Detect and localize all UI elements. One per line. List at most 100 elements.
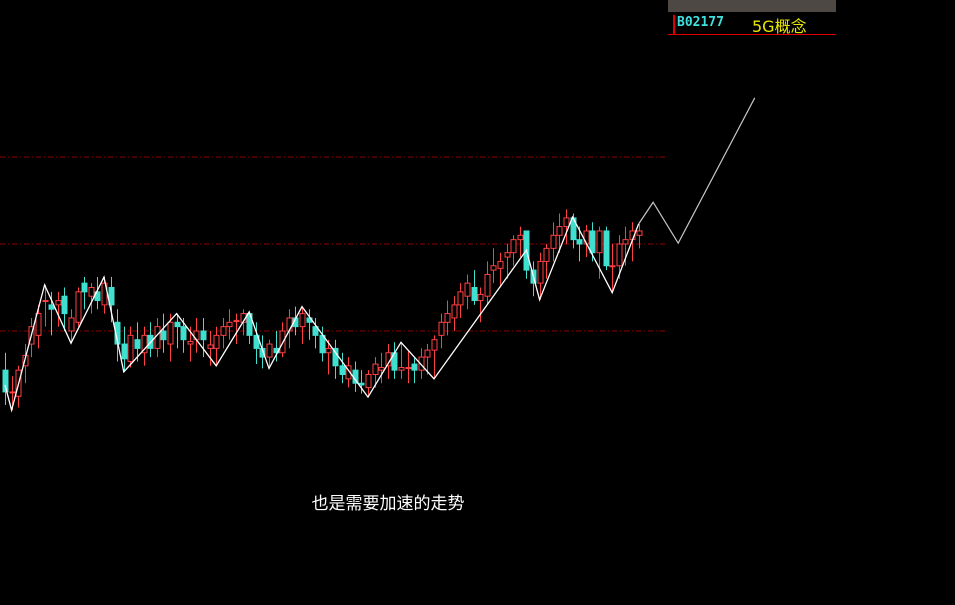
block-name: 5G概念: [752, 17, 807, 36]
candle-body: [504, 252, 511, 258]
candle-body: [233, 320, 240, 323]
candle-body: [464, 282, 471, 297]
candle-body: [556, 226, 563, 236]
candle-body: [134, 339, 141, 349]
candle-body: [266, 343, 273, 358]
candle-body: [636, 230, 643, 236]
candle-body: [220, 326, 227, 336]
candle-body: [127, 334, 134, 362]
candle: [55, 291, 62, 327]
candle: [299, 306, 306, 345]
candle-body: [398, 367, 405, 371]
candle-body: [187, 340, 194, 345]
candle-body: [457, 291, 464, 306]
candle-body: [207, 344, 214, 349]
candle-body: [226, 321, 233, 328]
candle: [391, 342, 398, 379]
candle-body: [411, 363, 418, 371]
candle-body: [160, 330, 167, 341]
candle: [35, 304, 42, 349]
zigzag-lines: [4, 97, 756, 413]
candle: [517, 226, 524, 258]
candle: [226, 309, 233, 340]
candle-body: [88, 287, 95, 297]
candle-body: [325, 347, 332, 354]
candle-body: [517, 234, 524, 241]
candle-body: [471, 287, 478, 302]
candle-body: [213, 334, 220, 349]
candle: [451, 296, 458, 331]
candle-body: [563, 217, 570, 228]
candle-body: [576, 239, 583, 245]
candle-body: [543, 247, 550, 262]
candle-body: [484, 273, 491, 297]
candle-body: [358, 382, 365, 386]
candle: [385, 344, 392, 379]
candle-body: [589, 230, 596, 254]
candle-body: [490, 265, 497, 271]
candle: [609, 244, 616, 293]
candle: [127, 326, 134, 368]
candle-body: [510, 239, 517, 254]
candle: [484, 261, 491, 305]
candle: [411, 357, 418, 384]
candle-body: [616, 243, 623, 267]
candle: [543, 244, 550, 279]
annotation-caption: 也是需要加速的走势: [311, 494, 465, 514]
header-bar: [668, 0, 836, 12]
red-marker: [673, 15, 675, 35]
candle: [438, 313, 445, 349]
candle: [457, 283, 464, 318]
candle-body: [174, 321, 181, 328]
projection-line: [638, 97, 756, 245]
candle-body: [121, 343, 128, 360]
candle: [550, 222, 557, 262]
candle-body: [180, 326, 187, 341]
candles: [2, 209, 643, 411]
candle-body: [444, 313, 451, 323]
zigzag-line: [4, 215, 640, 413]
candle: [464, 274, 471, 310]
candle: [405, 350, 412, 384]
candle: [160, 313, 167, 353]
candle-body: [167, 321, 174, 345]
candle-body: [438, 321, 445, 336]
candle: [174, 313, 181, 349]
candle-body: [603, 230, 610, 267]
candle: [471, 270, 478, 305]
candle-body: [431, 339, 438, 351]
candle-body: [42, 300, 49, 303]
candle-body: [372, 363, 379, 375]
candle-body: [378, 367, 385, 371]
candle-body: [365, 374, 372, 389]
candle-body: [9, 391, 16, 394]
candle: [81, 277, 88, 310]
candle: [15, 365, 22, 408]
candle-body: [550, 234, 557, 249]
candle: [213, 326, 220, 366]
candle-body: [75, 291, 82, 323]
candle-body: [339, 365, 346, 375]
candle: [339, 352, 346, 384]
candle: [576, 226, 583, 262]
candle-body: [609, 265, 616, 268]
candle: [431, 335, 438, 379]
candle: [2, 352, 9, 405]
candle-body: [299, 313, 306, 328]
candle-body: [583, 230, 590, 245]
candle-body: [81, 282, 88, 293]
block-info-row: B02177 5G概念: [668, 13, 836, 36]
candle: [497, 252, 504, 288]
candle: [629, 222, 636, 262]
candlestick-chart: [0, 97, 756, 413]
candle-body: [424, 349, 431, 358]
candle: [75, 287, 82, 327]
candle-body: [596, 230, 603, 254]
candle-body: [622, 239, 629, 245]
candle: [28, 317, 35, 358]
candle-body: [477, 293, 484, 302]
candle: [398, 342, 405, 379]
candle-body: [55, 300, 62, 306]
candle: [220, 317, 227, 349]
candle: [510, 235, 517, 266]
